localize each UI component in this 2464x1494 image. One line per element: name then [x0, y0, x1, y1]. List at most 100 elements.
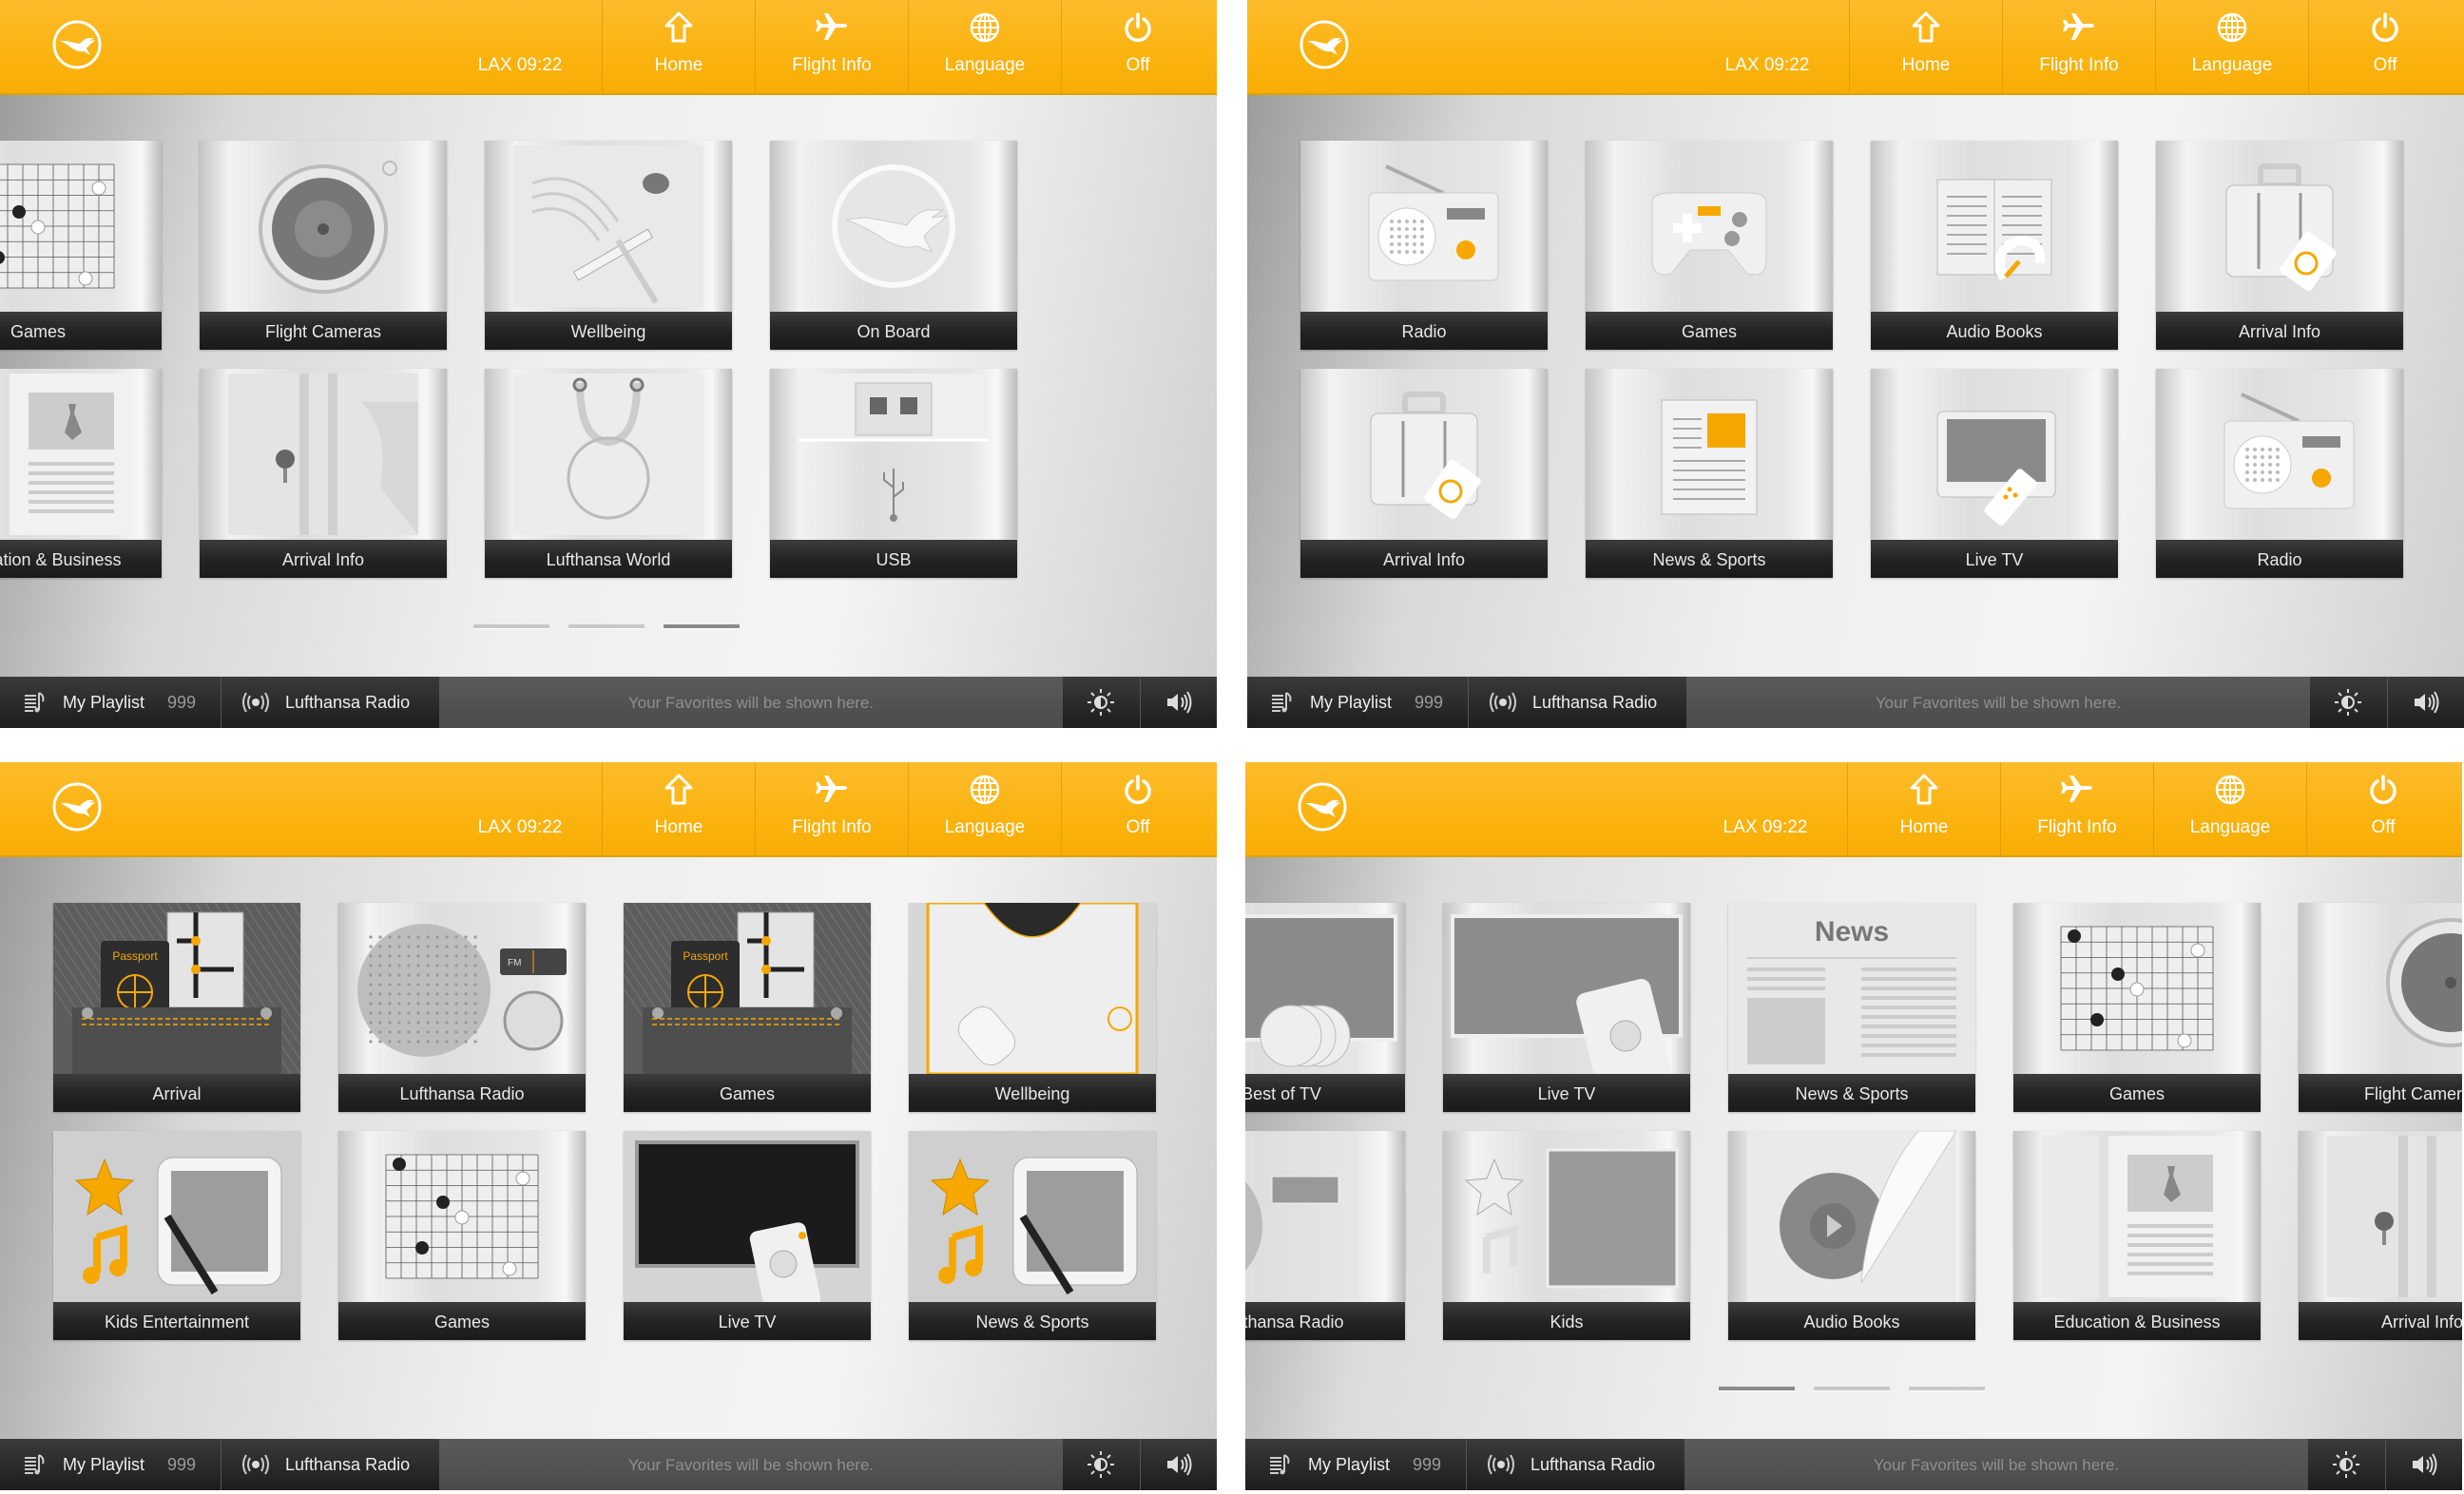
tile-flight-cameras[interactable]: Flight Cameras: [2299, 903, 2462, 1112]
tile-wellbeing[interactable]: Wellbeing: [909, 903, 1156, 1112]
nav-off-button[interactable]: Off: [2308, 0, 2462, 93]
playlist-icon: [1270, 691, 1295, 714]
tile-news-and-sports[interactable]: News News & Sports: [1728, 903, 1975, 1112]
volume-icon: [2410, 1452, 2438, 1477]
lufthansa-radio-button[interactable]: Lufthansa Radio: [1487, 1439, 1655, 1490]
tile-usb[interactable]: USB: [770, 369, 1017, 578]
my-playlist-button[interactable]: My Playlist 999: [23, 1439, 196, 1490]
on-board-illustration-icon: [770, 141, 1017, 312]
tile-games[interactable]: Passport Games: [624, 903, 871, 1112]
tile-radio[interactable]: Radio: [1300, 141, 1548, 350]
volume-button[interactable]: [2388, 677, 2464, 728]
tile-arrival-info[interactable]: Arrival Info: [1300, 369, 1548, 578]
nav-flight-info-button[interactable]: Flight Info: [2000, 762, 2154, 855]
page-indicator-1[interactable]: [1719, 1387, 1795, 1390]
my-playlist-button[interactable]: My Playlist 999: [1270, 677, 1443, 728]
tile-arrival-info[interactable]: Arrival Info: [2299, 1131, 2462, 1340]
tile-education-and-business[interactable]: Education & Business: [0, 369, 162, 578]
news-and-sports-illustration-icon: [909, 1131, 1156, 1302]
favorites-area[interactable]: Your Favorites will be shown here.: [439, 1439, 1063, 1490]
tile-lufthansa-radio[interactable]: Lufthansa Radio: [1245, 1131, 1405, 1340]
home-icon: [1847, 774, 2001, 808]
brightness-button[interactable]: [2308, 1439, 2384, 1490]
favorites-area[interactable]: Your Favorites will be shown here.: [1684, 1439, 2308, 1490]
page-indicator-2[interactable]: [568, 624, 645, 628]
nav-language-button[interactable]: Language: [2153, 762, 2307, 855]
brightness-button[interactable]: [1063, 677, 1139, 728]
nav-home-button[interactable]: Home: [602, 0, 756, 93]
nav-home-button[interactable]: Home: [1847, 762, 2001, 855]
nav-off-button[interactable]: Off: [1061, 0, 1215, 93]
tile-audio-books[interactable]: Audio Books: [1728, 1131, 1975, 1340]
lufthansa-radio-button[interactable]: Lufthansa Radio: [1489, 677, 1657, 728]
tile-flight-cameras[interactable]: Flight Cameras: [200, 141, 447, 350]
tile-lufthansa-world[interactable]: Lufthansa World: [485, 369, 732, 578]
tile-kids-entertainment[interactable]: Kids Entertainment: [53, 1131, 300, 1340]
brightness-button[interactable]: [1063, 1439, 1139, 1490]
games-illustration-icon: Passport: [624, 903, 871, 1074]
tile-label: Games: [624, 1074, 871, 1112]
nav-home-button[interactable]: Home: [1849, 0, 2003, 93]
nav-language-button[interactable]: Language: [908, 0, 1062, 93]
live-tv-illustration-icon: [624, 1131, 871, 1302]
nav-label: Flight Info: [792, 817, 872, 837]
tile-wellbeing[interactable]: Wellbeing: [485, 141, 732, 350]
tile-radio[interactable]: Radio: [2156, 369, 2403, 578]
tile-games[interactable]: Games: [1586, 141, 1833, 350]
volume-button[interactable]: [1141, 677, 1217, 728]
top-nav-bar: LAX 09:22 Home Flight Info Language Off: [0, 762, 1217, 857]
nav-label: Language: [2191, 55, 2273, 75]
tile-on-board[interactable]: On Board: [770, 141, 1017, 350]
tile-games[interactable]: Games: [338, 1131, 586, 1340]
tile-audio-books[interactable]: Audio Books: [1871, 141, 2118, 350]
tile-kids[interactable]: Kids: [1443, 1131, 1690, 1340]
page-indicator-3[interactable]: [1909, 1387, 1985, 1390]
my-playlist-button[interactable]: My Playlist 999: [23, 677, 196, 728]
lufthansa-radio-button[interactable]: Lufthansa Radio: [241, 1439, 410, 1490]
tile-education-and-business[interactable]: Education & Business: [2013, 1131, 2261, 1340]
tile-news-and-sports[interactable]: News & Sports: [909, 1131, 1156, 1340]
lufthansa-radio-button[interactable]: Lufthansa Radio: [241, 677, 410, 728]
usb-illustration-icon: [770, 369, 1017, 540]
brightness-icon: [1087, 1450, 1115, 1479]
tile-news-and-sports[interactable]: News & Sports: [1586, 369, 1833, 578]
nav-flight-info-button[interactable]: Flight Info: [2002, 0, 2156, 93]
nav-label: Home: [654, 817, 703, 837]
tile-label: Best of TV: [1245, 1074, 1405, 1112]
volume-icon: [2412, 690, 2440, 715]
nav-language-button[interactable]: Language: [2155, 0, 2309, 93]
my-playlist-button[interactable]: My Playlist 999: [1268, 1439, 1441, 1490]
favorites-area[interactable]: Your Favorites will be shown here.: [439, 677, 1063, 728]
nav-off-button[interactable]: Off: [1061, 762, 1215, 855]
globe-icon: [908, 11, 1062, 46]
page-indicator-2[interactable]: [1814, 1387, 1890, 1390]
nav-flight-info-button[interactable]: Flight Info: [755, 0, 909, 93]
tile-live-tv[interactable]: Live TV: [1443, 903, 1690, 1112]
tile-arrival-info[interactable]: Arrival Info: [200, 369, 447, 578]
brightness-button[interactable]: [2310, 677, 2386, 728]
destination-clock: LAX 09:22: [1724, 55, 1810, 75]
tile-games[interactable]: Games: [0, 141, 162, 350]
volume-button[interactable]: [1141, 1439, 1217, 1490]
lufthansa-crane-logo-icon: [1299, 19, 1350, 70]
svg-text:FM: FM: [508, 958, 521, 968]
arrival-info-illustration-icon: [1300, 369, 1548, 540]
nav-off-button[interactable]: Off: [2306, 762, 2460, 855]
tile-arrival[interactable]: Passport Arrival: [53, 903, 300, 1112]
page-indicator-3[interactable]: [664, 624, 740, 628]
tile-live-tv[interactable]: Live TV: [624, 1131, 871, 1340]
nav-flight-info-button[interactable]: Flight Info: [755, 762, 909, 855]
nav-language-button[interactable]: Language: [908, 762, 1062, 855]
volume-button[interactable]: [2386, 1439, 2462, 1490]
favorites-area[interactable]: Your Favorites will be shown here.: [1686, 677, 2310, 728]
flight-cameras-illustration-icon: [2299, 903, 2462, 1074]
tile-lufthansa-radio[interactable]: FM Lufthansa Radio: [338, 903, 586, 1112]
power-icon: [2306, 774, 2460, 808]
tile-live-tv[interactable]: Live TV: [1871, 369, 2118, 578]
globe-icon: [908, 774, 1062, 808]
tile-arrival-info[interactable]: Arrival Info: [2156, 141, 2403, 350]
tile-best-of-tv[interactable]: Best of TV: [1245, 903, 1405, 1112]
nav-home-button[interactable]: Home: [602, 762, 756, 855]
page-indicator-1[interactable]: [473, 624, 549, 628]
tile-games[interactable]: Games: [2013, 903, 2261, 1112]
